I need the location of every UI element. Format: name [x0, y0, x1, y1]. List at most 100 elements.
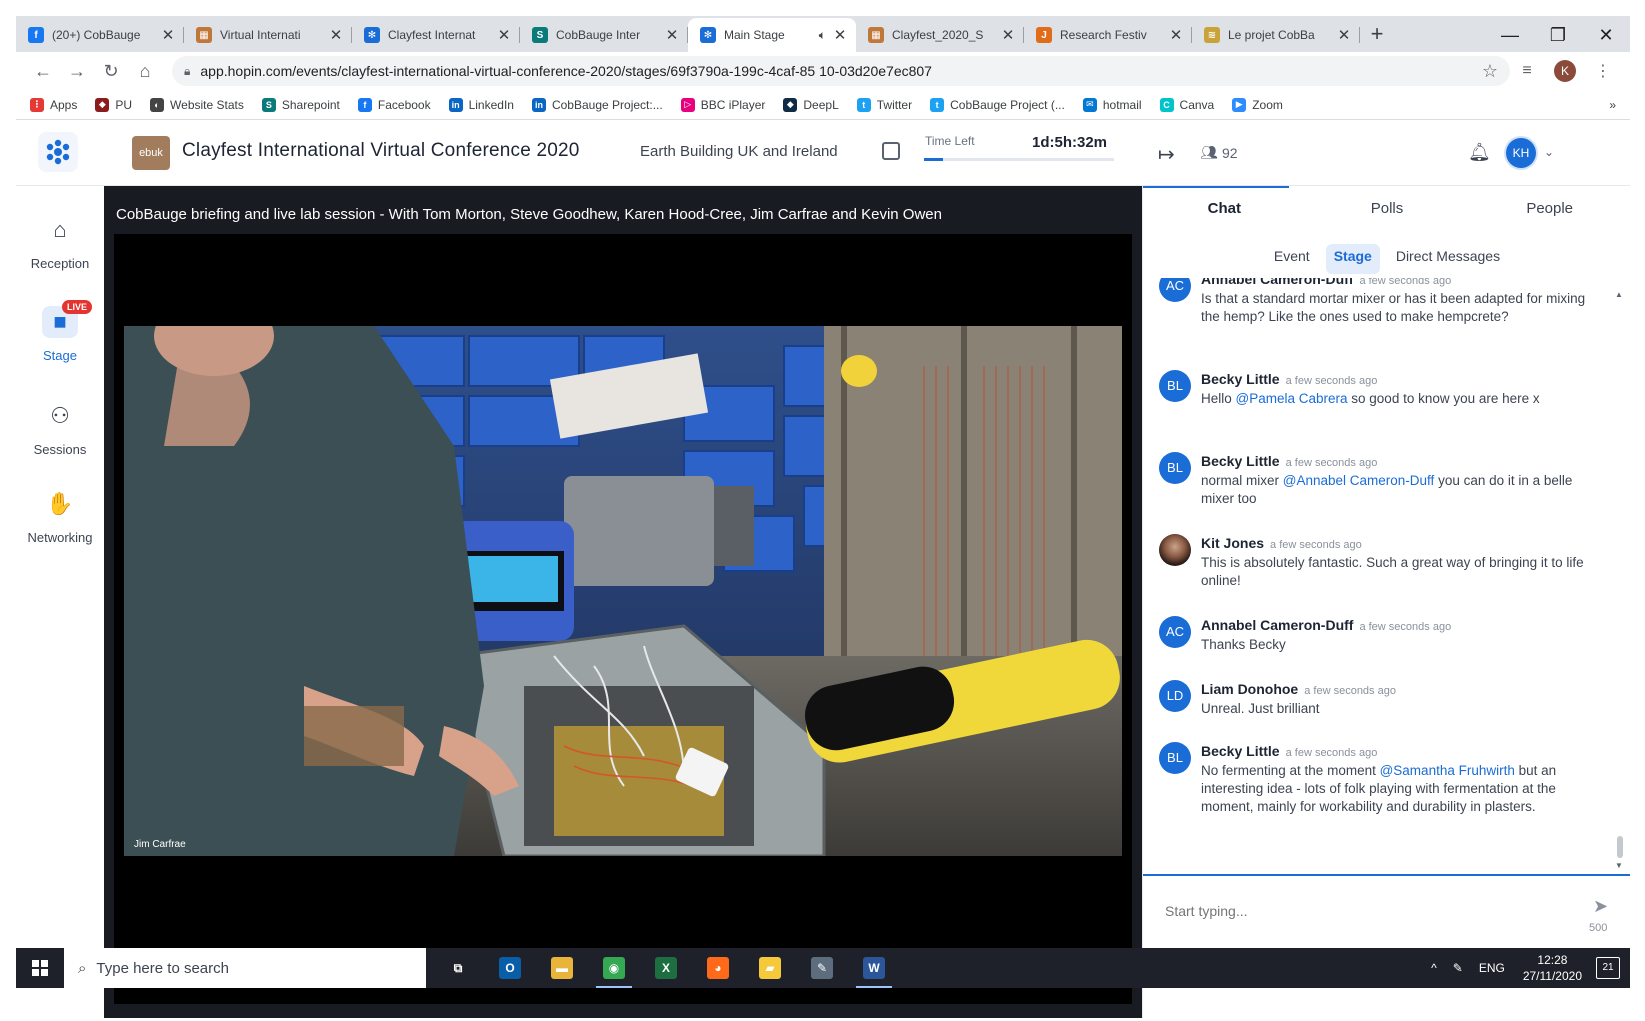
tab-title[interactable]: Le projet CobBa	[1228, 28, 1336, 42]
user-avatar[interactable]: KH	[1506, 138, 1536, 168]
url-bar[interactable]: 🔒︎ app.hopin.com/events/clayfest-interna…	[172, 56, 1510, 86]
browser-tab[interactable]: f (20+) CobBauge ✕	[16, 18, 184, 52]
nav-item-reception[interactable]: ⌂ Reception	[16, 214, 104, 271]
organiser-name[interactable]: Earth Building UK and Ireland	[640, 143, 838, 160]
word-icon[interactable]: W	[848, 948, 900, 988]
bookmark-item[interactable]: ◆ PU	[95, 97, 132, 112]
bookmark-item[interactable]: ▶ Zoom	[1232, 97, 1283, 112]
close-tab-icon[interactable]: ✕	[832, 26, 848, 44]
speaker-icon[interactable]: 🔈︎	[819, 28, 826, 43]
browser-tab[interactable]: J Research Festiv ✕	[1024, 18, 1192, 52]
message-author[interactable]: Becky Little	[1201, 453, 1280, 469]
close-tab-icon[interactable]: ✕	[496, 26, 512, 44]
nav-item-sessions[interactable]: ⚇ Sessions	[16, 400, 104, 457]
nav-item-stage[interactable]: ■ LIVE Stage	[16, 300, 104, 363]
back-button[interactable]: ←	[26, 61, 60, 82]
system-clock[interactable]: 12:28 27/11/2020	[1523, 952, 1582, 984]
scroll-up-arrow-icon[interactable]: ▲	[1615, 290, 1623, 299]
browser-tab[interactable]: ≋ Le projet CobBa ✕	[1192, 18, 1360, 52]
taskbar-search[interactable]: ⌕ Type here to search	[64, 948, 426, 988]
chevron-down-icon[interactable]: ⌄	[1544, 145, 1554, 159]
tab-title[interactable]: Virtual Internati	[220, 28, 328, 42]
bookmark-label[interactable]: LinkedIn	[469, 98, 514, 112]
close-tab-icon[interactable]: ✕	[1336, 26, 1352, 44]
paint-icon[interactable]: ✎	[796, 948, 848, 988]
browser-tab[interactable]: S CobBauge Inter ✕	[520, 18, 688, 52]
avatar[interactable]: BL	[1159, 742, 1191, 774]
bookmark-label[interactable]: CobBauge Project (...	[950, 98, 1065, 112]
video-player[interactable]: Jim Carfrae	[114, 234, 1132, 1004]
tray-overflow-chevron-icon[interactable]: ^	[1431, 961, 1437, 975]
bookmarks-overflow-button[interactable]: »	[1609, 98, 1616, 112]
chat-input[interactable]	[1165, 900, 1545, 922]
browser-tab[interactable]: ▦ Clayfest_2020_S ✕	[856, 18, 1024, 52]
close-tab-icon[interactable]: ✕	[160, 26, 176, 44]
tab-people[interactable]: People	[1468, 186, 1630, 234]
send-icon[interactable]: ➤	[1593, 896, 1608, 917]
hopin-logo-icon[interactable]	[38, 132, 78, 172]
task-view-icon[interactable]: ⧉	[432, 948, 484, 988]
subtab-stage[interactable]: Stage	[1325, 244, 1380, 274]
bookmark-label[interactable]: hotmail	[1103, 98, 1142, 112]
chrome-icon[interactable]: ◉	[588, 948, 640, 988]
bookmark-label[interactable]: BBC iPlayer	[701, 98, 766, 112]
bookmark-item[interactable]: in CobBauge Project:...	[531, 97, 663, 112]
calendar-icon[interactable]	[882, 142, 900, 160]
bookmark-item[interactable]: in LinkedIn	[448, 97, 514, 112]
bookmark-label[interactable]: CobBauge Project:...	[552, 98, 663, 112]
bookmark-item[interactable]: ✉ hotmail	[1082, 97, 1142, 112]
tab-title[interactable]: Research Festiv	[1060, 28, 1168, 42]
nav-item-networking[interactable]: ✋ Networking	[16, 488, 104, 545]
bookmark-label[interactable]: PU	[115, 98, 132, 112]
reload-button[interactable]: ↻	[94, 61, 128, 82]
start-button[interactable]	[16, 948, 64, 988]
bookmark-label[interactable]: Twitter	[877, 98, 912, 112]
pen-icon[interactable]: ✎	[1453, 961, 1463, 975]
outlook-icon[interactable]: O	[484, 948, 536, 988]
home-button[interactable]: ⌂	[128, 61, 162, 82]
scroll-down-arrow-icon[interactable]: ▼	[1615, 861, 1623, 870]
message-author[interactable]: Kit Jones	[1201, 535, 1264, 551]
avatar[interactable]: LD	[1159, 680, 1191, 712]
avatar[interactable]: KJ	[1159, 534, 1191, 566]
bookmark-label[interactable]: DeepL	[803, 98, 838, 112]
browser-tab[interactable]: ▦ Virtual Internati ✕	[184, 18, 352, 52]
tab-title[interactable]: Main Stage	[724, 28, 819, 42]
mention-link[interactable]: @Samantha Fruhwirth	[1380, 763, 1515, 778]
bookmark-item[interactable]: t Twitter	[856, 97, 912, 112]
input-language[interactable]: ENG	[1479, 961, 1505, 975]
tab-polls[interactable]: Polls	[1306, 186, 1469, 234]
tab-title[interactable]: (20+) CobBauge	[52, 28, 160, 42]
avatar[interactable]: BL	[1159, 370, 1191, 402]
leave-event-icon[interactable]: ↦	[1158, 142, 1175, 167]
bookmark-item[interactable]: ▷ BBC iPlayer	[680, 97, 766, 112]
bookmark-label[interactable]: Canva	[1180, 98, 1215, 112]
taskbar-search-placeholder[interactable]: Type here to search	[96, 960, 229, 977]
bookmark-item[interactable]: f Facebook	[357, 97, 431, 112]
sticky-notes-icon[interactable]: ▰	[744, 948, 796, 988]
profile-avatar[interactable]: K	[1554, 60, 1576, 82]
bookmark-item[interactable]: C Canva	[1159, 97, 1215, 112]
message-author[interactable]: Annabel Cameron-Duff	[1201, 278, 1353, 287]
avatar[interactable]: AC	[1159, 616, 1191, 648]
tab-title[interactable]: Clayfest_2020_S	[892, 28, 1000, 42]
subtab-direct-messages[interactable]: Direct Messages	[1388, 244, 1508, 274]
notification-bell-icon[interactable]: 🔔︎	[1468, 142, 1491, 163]
chat-scrollbar[interactable]: ▲ ▼	[1615, 290, 1625, 870]
close-tab-icon[interactable]: ✕	[664, 26, 680, 44]
mention-link[interactable]: @Pamela Cabrera	[1236, 391, 1348, 406]
bookmark-label[interactable]: Facebook	[378, 98, 431, 112]
tab-chat[interactable]: Chat	[1143, 186, 1306, 234]
bookmark-label[interactable]: Sharepoint	[282, 98, 340, 112]
notification-center-icon[interactable]: 21	[1596, 957, 1620, 979]
bookmark-item[interactable]: t CobBauge Project (...	[930, 97, 1065, 112]
bookmark-label[interactable]: Zoom	[1252, 98, 1283, 112]
bookmark-star-icon[interactable]: ☆	[1482, 61, 1498, 82]
bookmark-item[interactable]: ⋮ Apps	[30, 97, 77, 112]
message-author[interactable]: Becky Little	[1201, 371, 1280, 387]
close-tab-icon[interactable]: ✕	[1168, 26, 1184, 44]
message-author[interactable]: Annabel Cameron-Duff	[1201, 617, 1353, 633]
close-tab-icon[interactable]: ✕	[1000, 26, 1016, 44]
bookmark-label[interactable]: Website Stats	[170, 98, 244, 112]
browser-tab[interactable]: ✻ Clayfest Internat ✕	[352, 18, 520, 52]
